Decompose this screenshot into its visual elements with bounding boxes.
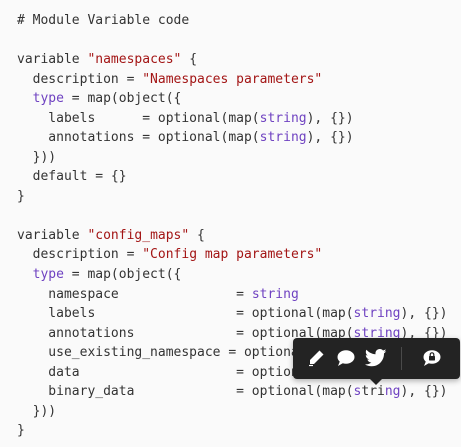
code-token: ), {}) — [400, 306, 448, 321]
comment-icon — [337, 350, 355, 366]
selected-text: tri — [361, 384, 385, 399]
code-line: labels = optional(map(string), {}) — [17, 304, 447, 324]
code-token: "Namespaces parameters" — [142, 72, 323, 87]
code-line: })) — [17, 148, 57, 168]
code-line: } — [17, 421, 25, 441]
code-block: # Module Variable code variable "namespac… — [0, 0, 461, 447]
code-token: "config_maps" — [87, 228, 190, 243]
code-token: })) — [17, 150, 57, 165]
code-token: labels = optional(map( — [17, 111, 260, 126]
code-token: variable — [17, 228, 88, 243]
code-line: # Module Variable code — [17, 11, 189, 31]
code-token: string — [353, 306, 401, 321]
code-token: } — [17, 189, 25, 204]
code-line: namespace = string — [17, 285, 299, 305]
code-token: ), {}) — [306, 130, 354, 145]
toolbar-pointer-arrow — [369, 378, 383, 385]
code-token: } — [17, 423, 25, 438]
code-token: description = — [17, 247, 143, 262]
code-token: string — [251, 287, 299, 302]
code-line: type = map(object({ — [17, 89, 182, 109]
code-line: default = {} — [17, 167, 127, 187]
code-line: description = "Namespaces parameters" — [17, 70, 323, 90]
code-token: variable — [17, 52, 88, 67]
code-token: ), {}) — [306, 111, 354, 126]
private-note-button[interactable] — [420, 346, 444, 370]
comment-button[interactable] — [334, 346, 358, 370]
code-token: annotations = optional(map( — [17, 130, 260, 145]
code-token: description = — [17, 72, 143, 87]
private-note-lock-icon — [423, 350, 441, 366]
code-token: ), {}) — [400, 384, 448, 399]
code-token: "Config map parameters" — [142, 247, 323, 262]
code-line: annotations = optional(map(string), {}) — [17, 128, 354, 148]
code-line: } — [17, 187, 25, 207]
code-token: namespace = — [17, 287, 252, 302]
code-token: { — [181, 52, 198, 67]
highlight-pen-icon — [309, 350, 324, 367]
code-line: variable "config_maps" { — [17, 226, 205, 246]
code-token: = map(object({ — [63, 91, 182, 106]
code-token: "namespaces" — [87, 52, 182, 67]
tweet-button[interactable] — [364, 346, 388, 370]
code-line: description = "Config map parameters" — [17, 245, 323, 265]
toolbar-divider — [401, 347, 402, 370]
code-token: default = {} — [17, 169, 127, 184]
code-line: labels = optional(map(string), {}) — [17, 109, 354, 129]
code-line: })) — [17, 402, 57, 422]
code-token: binary_data = optional(map( — [17, 384, 354, 399]
selection-toolbar — [293, 338, 460, 379]
code-token: string — [259, 130, 307, 145]
code-token: # Module Variable code — [17, 13, 190, 28]
code-token: string — [259, 111, 307, 126]
code-token: type — [32, 91, 64, 106]
highlight-button[interactable] — [304, 346, 328, 370]
twitter-icon — [365, 349, 387, 367]
code-token: { — [189, 228, 205, 243]
code-token: labels = optional(map( — [17, 306, 354, 321]
code-token: = map(object({ — [63, 267, 182, 282]
code-line: type = map(object({ — [17, 265, 182, 285]
code-line: variable "namespaces" { — [17, 50, 197, 70]
code-token: })) — [17, 404, 57, 419]
code-token: type — [32, 267, 64, 282]
code-token: ng — [384, 384, 401, 399]
